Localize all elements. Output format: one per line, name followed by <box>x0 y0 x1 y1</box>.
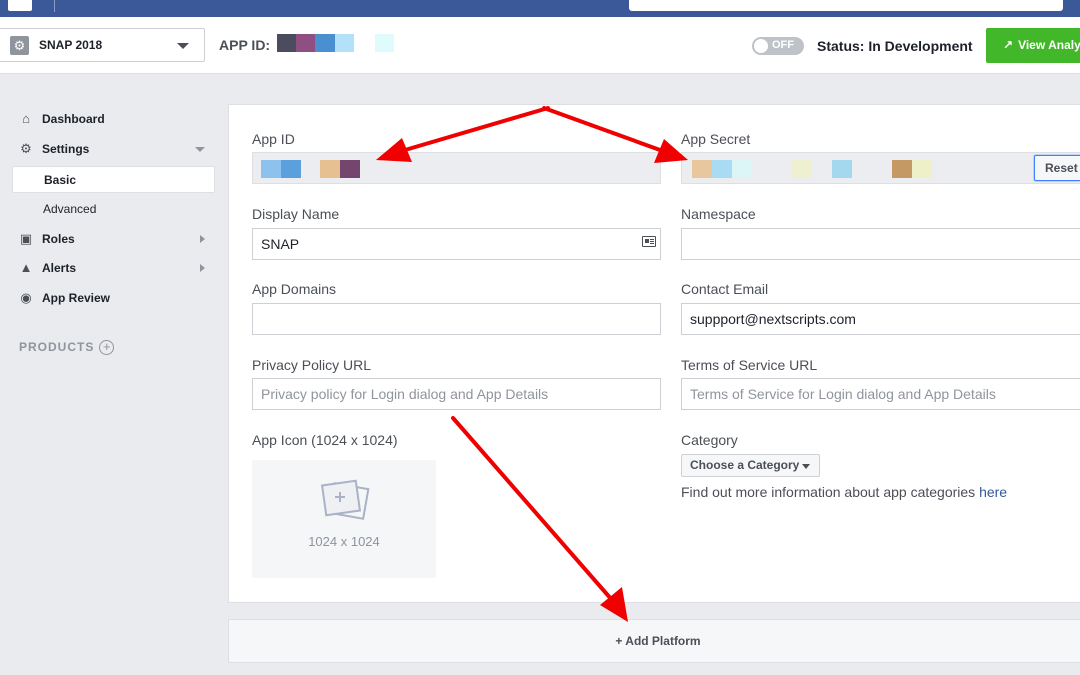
sidebar-item-label: Dashboard <box>42 112 105 126</box>
sidebar-item-dashboard[interactable]: ⌂ Dashboard <box>12 106 215 132</box>
app-icon-size-caption: 1024 x 1024 <box>308 534 380 549</box>
choose-category-label: Choose a Category <box>690 458 800 472</box>
view-analytics-label: View Analy <box>1018 38 1080 52</box>
sidebar-item-label: Advanced <box>43 202 97 216</box>
app-header: ⚙ SNAP 2018 APP ID: OFF Status: In Devel… <box>0 17 1080 74</box>
choose-category-dropdown[interactable]: Choose a Category <box>681 454 820 477</box>
contact-email-value: suppport@nextscripts.com <box>690 311 856 327</box>
app-id-label: APP ID: <box>219 37 271 53</box>
sidebar-item-label: App Review <box>42 291 111 305</box>
search-input[interactable] <box>629 0 1063 11</box>
app-name: SNAP 2018 <box>39 38 103 52</box>
sidebar-item-settings[interactable]: ⚙ Settings <box>12 136 215 162</box>
namespace-label: Namespace <box>681 206 756 222</box>
topbar-divider <box>54 0 55 12</box>
app-domains-label: App Domains <box>252 281 337 297</box>
facebook-logo-icon[interactable] <box>8 0 32 11</box>
privacy-policy-url-input[interactable]: Privacy policy for Login dialog and App … <box>252 378 661 410</box>
display-name-label: Display Name <box>252 206 340 222</box>
terms-of-service-placeholder: Terms of Service for Login dialog and Ap… <box>690 386 996 402</box>
privacy-policy-placeholder: Privacy policy for Login dialog and App … <box>261 386 549 402</box>
gear-icon: ⚙ <box>20 141 32 156</box>
privacy-policy-label: Privacy Policy URL <box>252 357 372 373</box>
home-icon: ⌂ <box>22 111 30 126</box>
app-gear-icon: ⚙ <box>10 36 29 55</box>
sidebar-item-label: Settings <box>42 142 90 156</box>
sidebar-item-roles[interactable]: ▣ Roles <box>12 226 215 252</box>
app-secret-field-label: App Secret <box>681 131 751 147</box>
sidebar-item-app-review[interactable]: ◉ App Review <box>12 285 215 311</box>
add-platform-button[interactable]: + Add Platform <box>228 619 1080 663</box>
category-info-link[interactable]: here <box>979 484 1007 500</box>
chevron-down-icon <box>195 147 205 152</box>
products-label: PRODUCTS <box>19 340 95 354</box>
app-live-toggle[interactable]: OFF <box>752 37 804 55</box>
top-navigation-bar <box>0 0 1080 17</box>
caret-down-icon <box>802 464 810 469</box>
chevron-right-icon <box>200 235 205 243</box>
reset-secret-button[interactable]: Reset <box>1034 155 1080 181</box>
id-card-icon: ▣ <box>19 231 33 246</box>
terms-of-service-url-input[interactable]: Terms of Service for Login dialog and Ap… <box>681 378 1080 410</box>
app-secret-field <box>681 152 1080 184</box>
eye-icon: ◉ <box>20 290 32 305</box>
chevron-right-icon <box>200 264 205 272</box>
image-placeholder-icon <box>320 479 370 520</box>
sidebar-item-label: Roles <box>42 232 75 246</box>
products-section-header: PRODUCTS + <box>19 340 115 355</box>
app-icon-label: App Icon (1024 x 1024) <box>252 432 398 448</box>
view-analytics-button[interactable]: ↗ View Analy <box>986 28 1080 63</box>
terms-of-service-label: Terms of Service URL <box>681 357 818 373</box>
trend-up-icon: ↗ <box>1003 38 1014 52</box>
app-status-text: Status: In Development <box>817 38 973 54</box>
category-info-text: Find out more information about app cate… <box>681 484 1007 500</box>
chevron-down-icon <box>177 43 189 49</box>
app-id-field-label: App ID <box>252 131 295 147</box>
sidebar-item-advanced[interactable]: Advanced <box>12 196 215 222</box>
app-icon-upload[interactable]: 1024 x 1024 <box>252 460 436 578</box>
toggle-label: OFF <box>772 39 794 51</box>
bell-icon: ▲ <box>19 260 33 275</box>
sidebar-item-alerts[interactable]: ▲ Alerts <box>12 255 215 281</box>
toggle-knob <box>754 39 768 53</box>
app-selector-dropdown[interactable]: ⚙ SNAP 2018 <box>0 28 205 62</box>
display-name-value: SNAP <box>261 236 300 252</box>
contact-email-label: Contact Email <box>681 281 769 297</box>
app-id-field <box>252 152 661 184</box>
contact-email-input[interactable]: suppport@nextscripts.com <box>681 303 1080 335</box>
display-name-input[interactable]: SNAP <box>252 228 661 260</box>
category-label: Category <box>681 432 738 448</box>
namespace-input[interactable] <box>681 228 1080 260</box>
app-domains-input[interactable] <box>252 303 661 335</box>
sidebar-item-label: Alerts <box>42 261 77 275</box>
category-info-label: Find out more information about app cate… <box>681 484 976 500</box>
add-product-plus-icon[interactable]: + <box>99 340 115 355</box>
sidebar-item-basic[interactable]: Basic <box>12 166 215 193</box>
sidebar-item-label: Basic <box>44 173 77 187</box>
contact-card-icon <box>642 236 656 247</box>
